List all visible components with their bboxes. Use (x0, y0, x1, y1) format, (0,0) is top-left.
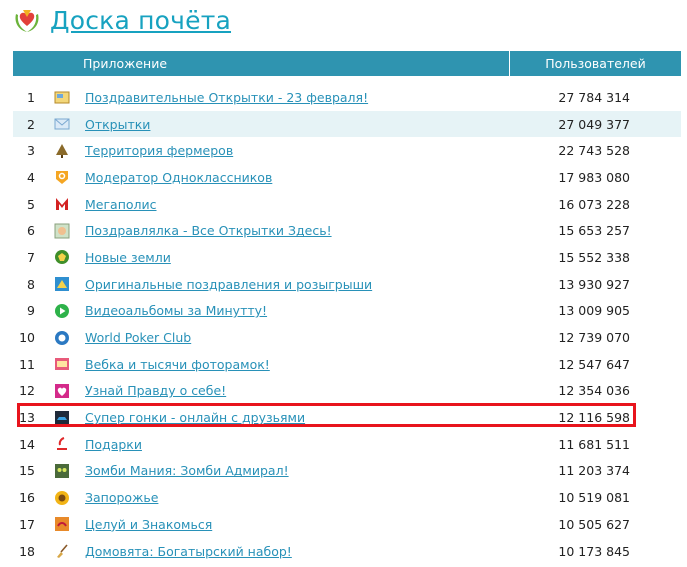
webcam-frame-icon[interactable] (52, 356, 72, 372)
user-count: 10 505 627 (558, 516, 630, 532)
column-header-app: Приложение (13, 51, 510, 76)
table-row: 13 Супер гонки - онлайн с друзьями 12 11… (13, 404, 681, 431)
table-row: 16 Запорожье 10 519 081 (13, 484, 681, 511)
row-rank: 14 (19, 436, 35, 452)
gift-card-icon[interactable] (52, 276, 72, 292)
user-count: 11 203 374 (558, 463, 630, 479)
kiss-icon[interactable] (52, 516, 72, 532)
app-link[interactable]: Запорожье (85, 490, 525, 505)
user-count: 15 552 338 (558, 249, 630, 265)
farm-tree-icon[interactable] (52, 143, 72, 159)
user-count: 12 739 070 (558, 330, 630, 346)
table-row: 3 Территория фермеров 22 743 528 (13, 137, 681, 164)
row-rank: 7 (27, 249, 35, 265)
app-link[interactable]: Мегаполис (85, 197, 525, 212)
column-header-users: Пользователей (545, 56, 646, 71)
user-count: 10 519 081 (558, 490, 630, 506)
app-link[interactable]: Модератор Одноклассников (85, 170, 525, 185)
table-row: 11 Вебка и тысячи фоторамок! 12 547 647 (13, 351, 681, 378)
user-count: 27 049 377 (558, 116, 630, 132)
greeting-face-icon[interactable] (52, 223, 72, 239)
app-link[interactable]: Узнай Правду о себе! (85, 383, 525, 398)
app-link[interactable]: Зомби Мания: Зомби Адмирал! (85, 463, 525, 478)
user-count: 16 073 228 (558, 196, 630, 212)
poker-chip-icon[interactable] (52, 330, 72, 346)
table-row: 12 Узнай Правду о себе! 12 354 036 (13, 378, 681, 405)
table-row: 15 Зомби Мания: Зомби Адмирал! 11 203 37… (13, 458, 681, 485)
app-link[interactable]: Целуй и Знакомься (85, 517, 525, 532)
ranking-table: Приложение Пользователей 1 Поздравительн… (13, 51, 681, 559)
app-link[interactable]: World Poker Club (85, 330, 525, 345)
race-car-icon[interactable] (52, 410, 72, 426)
header: Доска почёта (12, 4, 231, 36)
user-count: 12 547 647 (558, 356, 630, 372)
table-row: 9 Видеоальбомы за Минутту! 13 009 905 (13, 298, 681, 325)
app-link[interactable]: Открытки (85, 117, 525, 132)
user-count: 12 116 598 (558, 410, 630, 426)
broom-icon[interactable] (52, 543, 72, 559)
table-row: 4 Модератор Одноклассников 17 983 080 (13, 164, 681, 191)
user-count: 15 653 257 (558, 223, 630, 239)
row-rank: 13 (19, 410, 35, 426)
table-rows: 1 Поздравительные Открытки - 23 февраля!… (13, 84, 681, 564)
user-count: 12 354 036 (558, 383, 630, 399)
megapolis-m-icon[interactable] (52, 196, 72, 212)
row-rank: 18 (19, 543, 35, 559)
app-link[interactable]: Территория фермеров (85, 143, 525, 158)
row-rank: 16 (19, 490, 35, 506)
postcard-icon[interactable] (52, 89, 72, 105)
app-link[interactable]: Супер гонки - онлайн с друзьями (85, 410, 525, 425)
table-row: 14 Подарки 11 681 511 (13, 431, 681, 458)
play-icon[interactable] (52, 303, 72, 319)
row-rank: 4 (27, 169, 35, 185)
app-link[interactable]: Поздравительные Открытки - 23 февраля! (85, 90, 525, 105)
sunflower-icon[interactable] (52, 490, 72, 506)
user-count: 27 784 314 (558, 89, 630, 105)
user-count: 22 743 528 (558, 143, 630, 159)
app-link[interactable]: Подарки (85, 437, 525, 452)
page-title[interactable]: Доска почёта (50, 6, 231, 35)
row-rank: 3 (27, 143, 35, 159)
heart-icon[interactable] (52, 383, 72, 399)
table-row: 17 Целуй и Знакомься 10 505 627 (13, 511, 681, 538)
table-row: 7 Новые земли 15 552 338 (13, 244, 681, 271)
zombie-icon[interactable] (52, 463, 72, 479)
user-count: 13 930 927 (558, 276, 630, 292)
table-row: 10 World Poker Club 12 739 070 (13, 324, 681, 351)
app-link[interactable]: Новые земли (85, 250, 525, 265)
table-row: 2 Открытки 27 049 377 (13, 110, 681, 138)
table-row: 1 Поздравительные Открытки - 23 февраля!… (13, 84, 681, 111)
app-link[interactable]: Поздравлялка - Все Открытки Здесь! (85, 223, 525, 238)
gift-icon[interactable] (52, 436, 72, 452)
heart-wreath-icon (15, 10, 39, 32)
table-row: 8 Оригинальные поздравления и розыгрыши … (13, 271, 681, 298)
table-header: Приложение Пользователей (13, 51, 681, 76)
table-row: 18 Домовята: Богатырский набор! 10 173 8… (13, 538, 681, 565)
table-row: 5 Мегаполис 16 073 228 (13, 191, 681, 218)
app-link[interactable]: Видеоальбомы за Минутту! (85, 303, 525, 318)
app-link[interactable]: Домовята: Богатырский набор! (85, 544, 525, 559)
row-rank: 10 (19, 330, 35, 346)
row-rank: 17 (19, 516, 35, 532)
user-count: 10 173 845 (558, 543, 630, 559)
row-rank: 9 (27, 303, 35, 319)
user-count: 11 681 511 (558, 436, 630, 452)
row-rank: 12 (19, 383, 35, 399)
row-rank: 5 (27, 196, 35, 212)
user-count: 13 009 905 (558, 303, 630, 319)
row-rank: 11 (19, 356, 35, 372)
table-row: 6 Поздравлялка - Все Открытки Здесь! 15 … (13, 217, 681, 244)
row-rank: 8 (27, 276, 35, 292)
user-count: 17 983 080 (558, 169, 630, 185)
row-rank: 6 (27, 223, 35, 239)
new-lands-icon[interactable] (52, 249, 72, 265)
row-rank: 15 (19, 463, 35, 479)
envelope-icon[interactable] (52, 116, 72, 132)
row-rank: 1 (27, 89, 35, 105)
ok-badge-icon[interactable] (52, 169, 72, 185)
page: Доска почёта Приложение Пользователей 1 … (0, 0, 687, 567)
app-link[interactable]: Вебка и тысячи фоторамок! (85, 357, 525, 372)
app-link[interactable]: Оригинальные поздравления и розыгрыши (85, 277, 525, 292)
row-rank: 2 (27, 116, 35, 132)
